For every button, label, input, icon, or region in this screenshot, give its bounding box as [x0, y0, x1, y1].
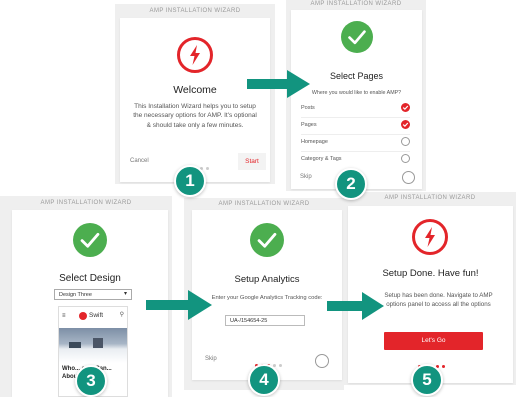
brand-logo-icon	[79, 312, 87, 320]
option-label: Category & Tags	[301, 156, 342, 162]
design-select[interactable]: Design Three ▾	[54, 289, 132, 300]
lets-go-button[interactable]: Let's Go	[384, 332, 483, 350]
wizard-header: AMP INSTALLATION WIZARD	[218, 201, 310, 207]
setup-done-description: Setup has been done. Navigate to AMP opt…	[384, 292, 493, 308]
divider	[301, 117, 410, 118]
wizard-header: AMP INSTALLATION WIZARD	[149, 8, 241, 14]
tracking-code-input[interactable]: UA-/154654-25	[225, 315, 305, 326]
chevron-down-icon: ▾	[123, 291, 127, 297]
unchecked-checkbox-icon[interactable]	[401, 154, 410, 163]
preview-brand-name: Swift	[89, 312, 104, 319]
step-badge-3: 3	[75, 365, 107, 397]
option-label: Posts	[301, 105, 315, 111]
welcome-card: Welcome This Installation Wizard helps y…	[120, 18, 270, 182]
skip-button[interactable]: Skip	[205, 356, 217, 362]
skip-button[interactable]: Skip	[300, 174, 312, 180]
progress-dot	[442, 365, 445, 369]
step-badge-5: 5	[411, 364, 443, 396]
divider	[301, 151, 410, 152]
divider	[301, 134, 410, 135]
tracking-code-value: UA-/154654-25	[230, 317, 268, 324]
analytics-prompt: Enter your Google Analytics Tracking cod…	[211, 295, 323, 301]
checked-checkbox-icon[interactable]	[401, 103, 410, 112]
arrow-to-step-4-icon	[146, 290, 212, 320]
arrow-to-step-5-icon	[327, 292, 385, 320]
page-title: Select Pages	[329, 71, 384, 81]
select-pages-card: Select Pages Where you would like to ena…	[291, 10, 422, 189]
unchecked-checkbox-icon[interactable]	[401, 137, 410, 146]
page-title: Setup Analytics	[234, 274, 300, 285]
progress-dot	[206, 167, 209, 171]
checked-checkbox-icon[interactable]	[401, 120, 410, 129]
loading-spinner-icon	[315, 354, 329, 368]
lightning-bolt-icon	[177, 37, 213, 73]
checkmark-icon	[341, 21, 373, 53]
option-row-pages[interactable]: Pages	[301, 120, 410, 132]
select-pages-prompt: Where you would like to enable AMP?	[311, 90, 402, 96]
checkmark-icon	[73, 223, 107, 257]
search-icon: ⚲	[119, 312, 124, 318]
option-row-posts[interactable]: Posts	[301, 103, 410, 115]
design-select-value: Design Three	[59, 291, 92, 298]
option-label: Homepage	[301, 139, 328, 145]
wizard-header: AMP INSTALLATION WIZARD	[384, 195, 476, 201]
option-row-category-tags[interactable]: Category & Tags	[301, 154, 410, 166]
menu-icon: ≡	[62, 313, 66, 319]
page-title: Setup Done. Have fun!	[382, 268, 479, 279]
option-row-homepage[interactable]: Homepage	[301, 137, 410, 149]
setup-done-screen: AMP INSTALLATION WIZARD Setup Done. Have…	[344, 192, 516, 385]
setup-analytics-card: Setup Analytics Enter your Google Analyt…	[192, 210, 342, 380]
step-badge-2: 2	[335, 168, 367, 200]
checkmark-icon	[250, 223, 284, 257]
wizard-header: AMP INSTALLATION WIZARD	[40, 200, 132, 206]
welcome-description: This Installation Wizard helps you to se…	[133, 103, 257, 129]
start-button[interactable]: Start	[238, 153, 266, 170]
cancel-button[interactable]: Cancel	[130, 158, 149, 164]
arrow-to-step-2-icon	[247, 70, 310, 98]
step-badge-1: 1	[174, 165, 206, 197]
loading-spinner-icon	[402, 171, 415, 184]
preview-hero-image	[59, 328, 127, 363]
page-title: Select Design	[59, 273, 121, 284]
option-label: Pages	[301, 122, 317, 128]
wizard-header: AMP INSTALLATION WIZARD	[310, 1, 402, 7]
lightning-bolt-icon	[412, 219, 448, 255]
step-badge-4: 4	[248, 364, 280, 396]
progress-dot	[279, 364, 282, 368]
